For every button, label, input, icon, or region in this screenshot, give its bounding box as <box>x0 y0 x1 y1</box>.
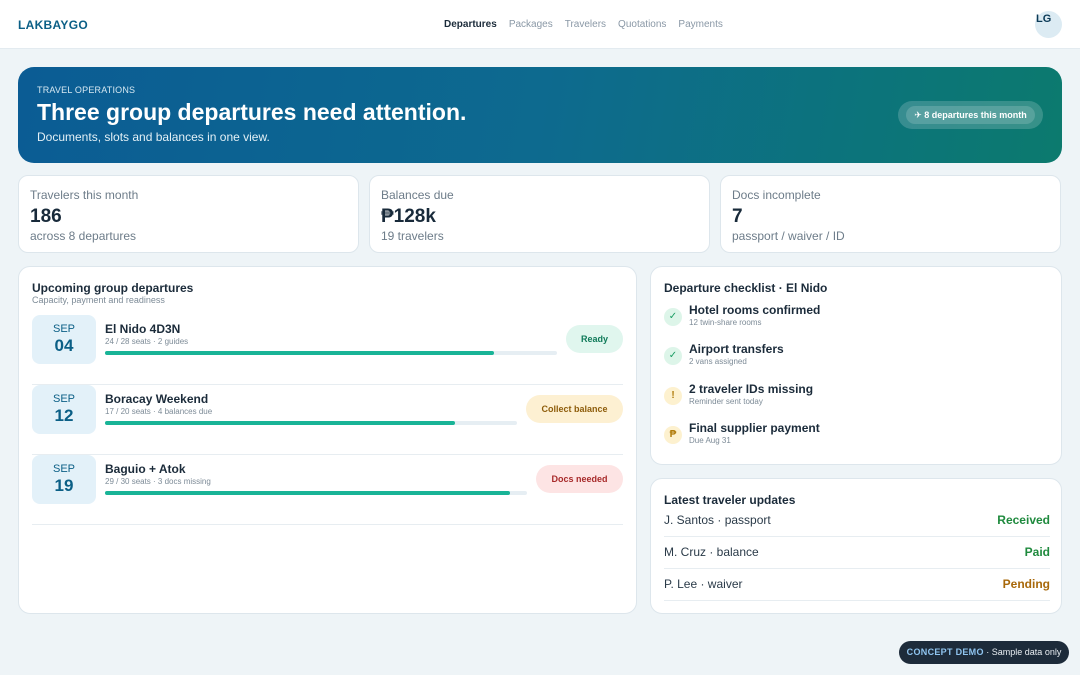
hero-banner: TRAVEL OPERATIONS Three group departures… <box>18 67 1062 163</box>
stat-value: ₱128k <box>381 206 436 227</box>
departure-name: Boracay Weekend <box>105 392 209 406</box>
stat-label: Balances due <box>381 188 454 202</box>
concept-demo-badge: CONCEPT DEMO · Sample data only <box>899 641 1069 664</box>
main-nav: Departures Packages Travelers Quotations… <box>444 19 723 30</box>
nav-travelers[interactable]: Travelers <box>565 19 606 30</box>
update-name: M. Cruz · balance <box>664 545 759 559</box>
demo-text: · Sample data only <box>983 647 1062 657</box>
update-status: Paid <box>1024 545 1050 559</box>
update-status: Pending <box>1002 577 1050 591</box>
departure-name: El Nido 4D3N <box>105 322 181 336</box>
status-badge[interactable]: Docs needed <box>536 465 623 493</box>
date-badge: SEP 19 <box>32 455 96 504</box>
checklist-item-title: 2 traveler IDs missing <box>689 382 814 396</box>
checklist-item-note: 2 vans assigned <box>689 357 747 366</box>
update-row[interactable]: M. Cruz · balance Paid <box>664 537 1050 569</box>
capacity-bar-fill <box>105 351 494 355</box>
date-day: 04 <box>54 336 74 355</box>
date-badge: SEP 04 <box>32 315 96 364</box>
update-status: Received <box>997 513 1050 527</box>
date-month: SEP <box>52 323 75 335</box>
nav-payments[interactable]: Payments <box>678 19 722 30</box>
stat-label: Docs incomplete <box>732 188 821 202</box>
stat-card-balances: Balances due ₱128k 19 travelers <box>369 175 710 253</box>
checklist-item[interactable]: ✓ Hotel rooms confirmed 12 twin-share ro… <box>664 303 1044 339</box>
hero-eyebrow: TRAVEL OPERATIONS <box>37 85 136 95</box>
brand-logo[interactable]: LAKBAYGO <box>18 18 88 32</box>
departure-meta: 24 / 28 seats · 2 guides <box>105 337 189 346</box>
check-icon: ✓ <box>664 347 682 365</box>
stat-value: 186 <box>30 206 62 227</box>
departure-meta: 29 / 30 seats · 3 docs missing <box>105 477 211 486</box>
panel-title: Upcoming group departures <box>32 281 194 295</box>
checklist-item-title: Hotel rooms confirmed <box>689 303 821 317</box>
capacity-bar-fill <box>105 421 456 425</box>
update-row[interactable]: P. Lee · waiver Pending <box>664 569 1050 601</box>
departures-count-pill[interactable]: ✈ 8 departures this month <box>898 101 1043 129</box>
departure-row[interactable]: SEP 19 Baguio + Atok 29 / 30 seats · 3 d… <box>32 455 623 525</box>
nav-quotations[interactable]: Quotations <box>618 19 666 30</box>
stat-card-docs: Docs incomplete 7 passport / waiver / ID <box>720 175 1061 253</box>
alert-icon: ! <box>664 387 682 405</box>
stat-note: across 8 departures <box>30 229 137 243</box>
date-month: SEP <box>52 463 75 475</box>
checklist-item-title: Final supplier payment <box>689 421 820 435</box>
capacity-bar-fill <box>105 491 511 495</box>
stat-note: 19 travelers <box>381 229 444 243</box>
departure-row[interactable]: SEP 12 Boracay Weekend 17 / 20 seats · 4… <box>32 385 623 455</box>
check-icon: ✓ <box>664 308 682 326</box>
capacity-bar <box>105 491 527 495</box>
checklist-item-note: Due Aug 31 <box>689 436 731 445</box>
update-name: J. Santos · passport <box>664 513 771 527</box>
panel-subtitle: Capacity, payment and readiness <box>32 295 165 305</box>
date-day: 12 <box>54 406 74 425</box>
departure-row[interactable]: SEP 04 El Nido 4D3N 24 / 28 seats · 2 gu… <box>32 315 623 385</box>
status-badge[interactable]: Collect balance <box>526 395 623 423</box>
nav-departures[interactable]: Departures <box>444 19 497 30</box>
stat-note: passport / waiver / ID <box>732 229 845 243</box>
user-avatar[interactable]: LG <box>1035 11 1062 38</box>
date-day: 19 <box>54 476 74 495</box>
stat-value: 7 <box>732 206 743 227</box>
nav-packages[interactable]: Packages <box>509 19 553 30</box>
departure-name: Baguio + Atok <box>105 462 186 476</box>
checklist-item[interactable]: ✓ Airport transfers 2 vans assigned <box>664 342 1044 378</box>
checklist-item-note: Reminder sent today <box>689 397 763 406</box>
date-month: SEP <box>52 393 75 405</box>
checklist-item-title: Airport transfers <box>689 342 784 356</box>
departures-panel: Upcoming group departures Capacity, paym… <box>18 266 637 614</box>
peso-icon: ₱ <box>664 426 682 444</box>
update-name: P. Lee · waiver <box>664 577 743 591</box>
stat-label: Travelers this month <box>30 188 139 202</box>
departures-count-label: ✈ 8 departures this month <box>906 106 1035 124</box>
top-bar: LAKBAYGO Departures Packages Travelers Q… <box>0 0 1080 49</box>
checklist-panel: Departure checklist · El Nido ✓ Hotel ro… <box>650 266 1062 465</box>
hero-title: Three group departures need attention. <box>37 99 467 125</box>
updates-panel: Latest traveler updates J. Santos · pass… <box>650 478 1062 614</box>
checklist-item-note: 12 twin-share rooms <box>689 318 762 327</box>
panel-title: Departure checklist · El Nido <box>664 281 828 295</box>
capacity-bar <box>105 351 557 355</box>
hero-subtitle: Documents, slots and balances in one vie… <box>37 130 270 144</box>
departure-meta: 17 / 20 seats · 4 balances due <box>105 407 213 416</box>
capacity-bar <box>105 421 517 425</box>
status-badge[interactable]: Ready <box>566 325 623 353</box>
checklist-item[interactable]: ! 2 traveler IDs missing Reminder sent t… <box>664 382 1044 418</box>
demo-tag: CONCEPT DEMO <box>906 647 984 657</box>
update-row[interactable]: J. Santos · passport Received <box>664 505 1050 537</box>
date-badge: SEP 12 <box>32 385 96 434</box>
checklist-item[interactable]: ₱ Final supplier payment Due Aug 31 <box>664 421 1044 457</box>
avatar-initials: LG <box>1036 13 1052 25</box>
stat-card-travelers: Travelers this month 186 across 8 depart… <box>18 175 359 253</box>
